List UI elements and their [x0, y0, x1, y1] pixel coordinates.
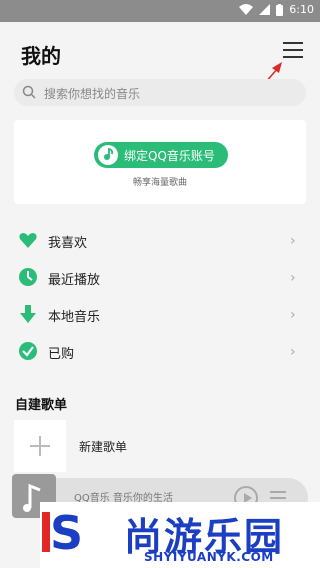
menu-item-purchased[interactable]: 已购 ›: [0, 333, 320, 369]
clock-icon: [19, 268, 37, 286]
chevron-right-icon: ›: [290, 270, 296, 286]
check-circle-icon: [19, 342, 37, 360]
chevron-right-icon: ›: [290, 307, 296, 323]
bind-qq-button[interactable]: 绑定QQ音乐账号: [94, 142, 228, 168]
menu-item-favorites[interactable]: 我喜欢 ›: [0, 222, 320, 258]
wifi-icon: [239, 4, 254, 15]
status-time: 6:10: [289, 3, 314, 16]
signal-icon: [259, 4, 271, 15]
menu-item-label: 最近播放: [48, 273, 101, 288]
watermark-s-glyph: S: [50, 506, 84, 560]
watermark-logo: S 尚游乐园 SHYIYUANYK.COM: [40, 502, 320, 568]
chevron-right-icon: ›: [290, 344, 296, 360]
search-input[interactable]: 搜索你想找的音乐: [14, 79, 306, 106]
status-bar: 6:10: [0, 0, 320, 22]
download-icon: [20, 305, 36, 323]
new-playlist-label[interactable]: 新建歌单: [79, 438, 127, 455]
search-placeholder: 搜索你想找的音乐: [44, 87, 141, 101]
qq-music-icon: [98, 145, 118, 165]
new-playlist-button[interactable]: [14, 420, 66, 472]
menu-item-label: 已购: [48, 347, 75, 362]
bind-account-card: 绑定QQ音乐账号 畅享海量歌曲: [14, 120, 306, 204]
section-title-playlists: 自建歌单: [15, 398, 68, 413]
watermark-en: SHYIYUANYK.COM: [144, 550, 274, 564]
heart-icon: [19, 233, 37, 248]
battery-icon: [276, 3, 284, 16]
page-title: 我的: [21, 44, 61, 68]
menu-item-local[interactable]: 本地音乐 ›: [0, 296, 320, 332]
menu-item-recent[interactable]: 最近播放 ›: [0, 259, 320, 295]
menu-item-label: 本地音乐: [48, 310, 101, 325]
chevron-right-icon: ›: [290, 233, 296, 249]
menu-item-label: 我喜欢: [48, 236, 88, 251]
menu-button[interactable]: [283, 42, 305, 60]
search-icon: [22, 85, 36, 99]
bind-subtitle: 畅享海量歌曲: [132, 178, 187, 188]
bind-button-label: 绑定QQ音乐账号: [124, 149, 215, 163]
